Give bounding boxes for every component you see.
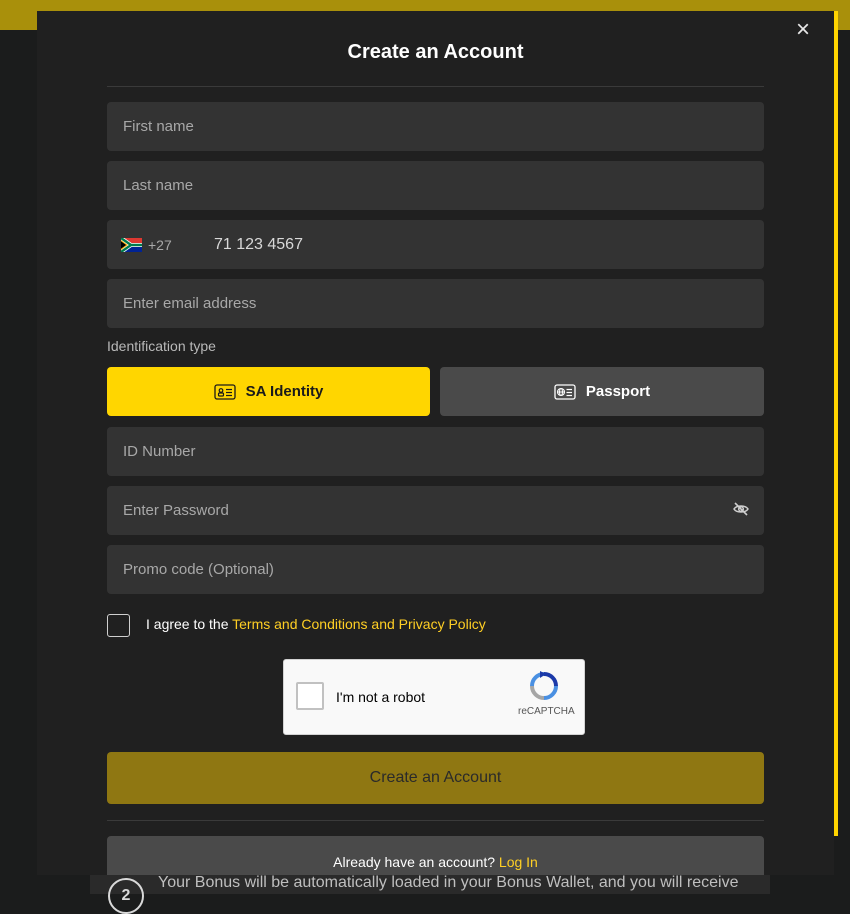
login-prompt: Already have an account? xyxy=(333,854,496,870)
promo-code-field[interactable] xyxy=(107,545,764,594)
eye-off-icon[interactable] xyxy=(732,500,750,518)
title-divider xyxy=(107,86,764,87)
passport-label: Passport xyxy=(585,383,651,400)
login-bar: Already have an account? Log In xyxy=(107,836,764,875)
modal-title: Create an Account xyxy=(347,41,524,63)
recaptcha-logo-icon xyxy=(530,671,558,700)
last-name-field[interactable] xyxy=(107,161,764,210)
id-type-label: Identification type xyxy=(107,338,216,354)
id-card-icon xyxy=(213,383,236,400)
promo-code-input[interactable] xyxy=(121,560,750,579)
password-input[interactable] xyxy=(121,501,750,520)
create-account-modal: × Create an Account +27 71 123 4567 Iden… xyxy=(37,11,834,875)
first-name-input[interactable] xyxy=(121,117,750,136)
create-account-button[interactable]: Create an Account xyxy=(107,752,764,804)
bonus-step-number: 2 xyxy=(108,878,144,914)
modal-accent-bar xyxy=(834,11,838,836)
recaptcha-widget: I'm not a robot reCAPTCHA xyxy=(283,659,585,735)
email-input[interactable] xyxy=(121,294,750,313)
password-field[interactable] xyxy=(107,486,764,535)
close-icon[interactable]: × xyxy=(792,18,814,42)
terms-prefix: I agree to the xyxy=(146,616,233,632)
id-number-field[interactable] xyxy=(107,427,764,476)
recaptcha-brand: reCAPTCHA xyxy=(518,706,575,717)
last-name-input[interactable] xyxy=(121,176,750,195)
phone-input[interactable]: 71 123 4567 xyxy=(214,236,303,254)
footer-divider xyxy=(107,820,764,821)
terms-link[interactable]: Terms and Conditions and Privacy Policy xyxy=(232,616,486,632)
bonus-step-text: Your Bonus will be automatically loaded … xyxy=(158,874,739,891)
email-field[interactable] xyxy=(107,279,764,328)
first-name-field[interactable] xyxy=(107,102,764,151)
recaptcha-label: I'm not a robot xyxy=(336,689,426,705)
sa-identity-label: SA Identity xyxy=(245,383,324,400)
id-number-input[interactable] xyxy=(121,442,750,461)
dial-code[interactable]: +27 xyxy=(148,237,214,253)
login-link[interactable]: Log In xyxy=(499,854,538,870)
recaptcha-checkbox[interactable] xyxy=(296,682,324,710)
terms-checkbox[interactable] xyxy=(107,614,130,637)
phone-field[interactable]: +27 71 123 4567 xyxy=(107,220,764,269)
passport-button[interactable]: Passport xyxy=(440,367,764,416)
south-africa-flag-icon[interactable] xyxy=(121,237,142,252)
login-prompt-row: Already have an account? Log In xyxy=(107,854,764,870)
terms-agreement: I agree to the Terms and Conditions and … xyxy=(146,616,486,632)
sa-identity-button[interactable]: SA Identity xyxy=(107,367,430,416)
passport-icon xyxy=(554,383,576,400)
